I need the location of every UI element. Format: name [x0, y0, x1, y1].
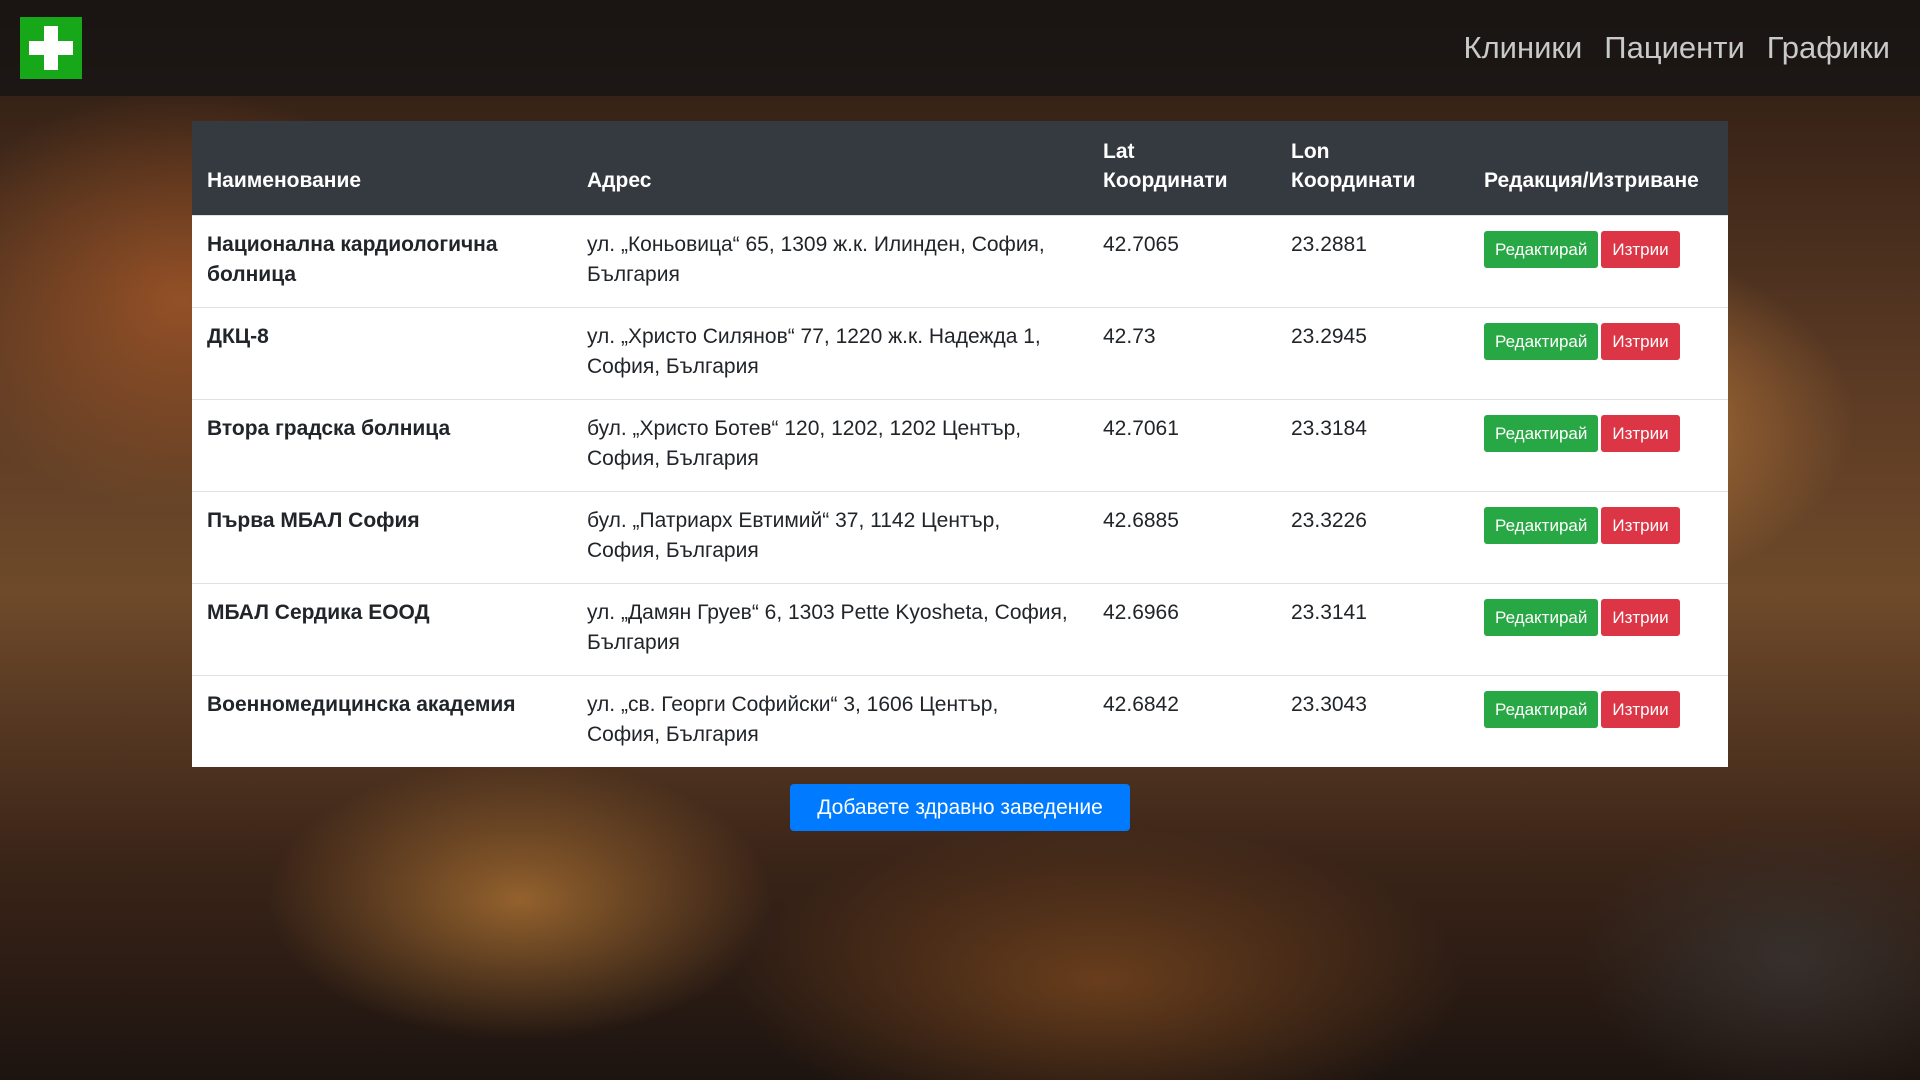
medical-cross-icon[interactable] [20, 17, 82, 79]
edit-button[interactable]: Редактирай [1484, 231, 1599, 268]
delete-button[interactable]: Изтрии [1601, 323, 1680, 360]
clinic-address: ул. „Христо Силянов“ 77, 1220 ж.к. Надеж… [572, 307, 1088, 400]
table-row: ДКЦ-8 ул. „Христо Силянов“ 77, 1220 ж.к.… [192, 307, 1728, 400]
clinic-lat: 42.7061 [1088, 399, 1276, 492]
top-navbar: Клиники Пациенти Графики [0, 0, 1920, 96]
edit-button[interactable]: Редактирай [1484, 415, 1599, 452]
clinic-lat: 42.6966 [1088, 583, 1276, 676]
edit-button[interactable]: Редактирай [1484, 691, 1599, 728]
header-actions: Редакция/Изтриване [1469, 121, 1728, 216]
clinic-name: Национална кардиологична болница [192, 215, 572, 308]
clinic-lat: 42.6842 [1088, 675, 1276, 767]
clinic-lat: 42.7065 [1088, 215, 1276, 308]
edit-button[interactable]: Редактирай [1484, 507, 1599, 544]
row-actions: Редактирай Изтрии [1469, 215, 1728, 308]
clinics-table: Наименование Адрес Lat Координати Lon Коор… [192, 121, 1728, 767]
clinic-lat: 42.6885 [1088, 491, 1276, 584]
nav-link-schedules[interactable]: Графики [1767, 28, 1890, 68]
cross-horizontal-bar [29, 41, 73, 55]
clinic-name: МБАЛ Сердика ЕООД [192, 583, 572, 676]
clinic-name: ДКЦ-8 [192, 307, 572, 400]
table-row: Военномедицинска академия ул. „св. Георг… [192, 675, 1728, 767]
header-lon-line2: Координати [1291, 169, 1416, 192]
delete-button[interactable]: Изтрии [1601, 507, 1680, 544]
table-header-row: Наименование Адрес Lat Координати Lon Коор… [192, 121, 1728, 216]
header-lon-line1: Lon [1291, 140, 1330, 163]
delete-button[interactable]: Изтрии [1601, 599, 1680, 636]
clinic-lon: 23.2881 [1276, 215, 1469, 308]
clinic-lon: 23.3043 [1276, 675, 1469, 767]
clinic-lon: 23.3226 [1276, 491, 1469, 584]
clinic-address: ул. „св. Георги Софийски“ 3, 1606 Център… [572, 675, 1088, 767]
clinic-address: ул. „Коньовица“ 65, 1309 ж.к. Илинден, С… [572, 215, 1088, 308]
clinic-address: ул. „Дамян Груев“ 6, 1303 Pette Kyosheta… [572, 583, 1088, 676]
row-actions: Редактирай Изтрии [1469, 399, 1728, 492]
row-actions: Редактирай Изтрии [1469, 491, 1728, 584]
clinic-lon: 23.3184 [1276, 399, 1469, 492]
row-actions: Редактирай Изтрии [1469, 675, 1728, 767]
clinic-lon: 23.3141 [1276, 583, 1469, 676]
add-clinic-button[interactable]: Добавете здравно заведение [790, 784, 1130, 831]
delete-button[interactable]: Изтрии [1601, 415, 1680, 452]
header-lat-line1: Lat [1103, 140, 1135, 163]
clinic-lat: 42.73 [1088, 307, 1276, 400]
delete-button[interactable]: Изтрии [1601, 231, 1680, 268]
clinic-name: Първа МБАЛ София [192, 491, 572, 584]
table-row: Втора градска болница бул. „Христо Ботев… [192, 399, 1728, 492]
delete-button[interactable]: Изтрии [1601, 691, 1680, 728]
clinic-address: бул. „Христо Ботев“ 120, 1202, 1202 Цент… [572, 399, 1088, 492]
header-name: Наименование [192, 121, 572, 216]
table-row: Национална кардиологична болница ул. „Ко… [192, 215, 1728, 308]
header-address: Адрес [572, 121, 1088, 216]
table-row: МБАЛ Сердика ЕООД ул. „Дамян Груев“ 6, 1… [192, 583, 1728, 676]
row-actions: Редактирай Изтрии [1469, 583, 1728, 676]
nav-link-clinics[interactable]: Клиники [1464, 28, 1583, 68]
clinic-name: Военномедицинска академия [192, 675, 572, 767]
edit-button[interactable]: Редактирай [1484, 323, 1599, 360]
nav-links: Клиники Пациенти Графики [1464, 28, 1890, 68]
clinics-table-card: Наименование Адрес Lat Координати Lon Коор… [192, 121, 1728, 767]
clinic-address: бул. „Патриарх Евтимий“ 37, 1142 Център,… [572, 491, 1088, 584]
header-lon: Lon Координати [1276, 121, 1469, 216]
edit-button[interactable]: Редактирай [1484, 599, 1599, 636]
row-actions: Редактирай Изтрии [1469, 307, 1728, 400]
table-row: Първа МБАЛ София бул. „Патриарх Евтимий“… [192, 491, 1728, 584]
header-lat-line2: Координати [1103, 169, 1228, 192]
header-lat: Lat Координати [1088, 121, 1276, 216]
clinic-name: Втора градска болница [192, 399, 572, 492]
nav-link-patients[interactable]: Пациенти [1604, 28, 1744, 68]
clinic-lon: 23.2945 [1276, 307, 1469, 400]
